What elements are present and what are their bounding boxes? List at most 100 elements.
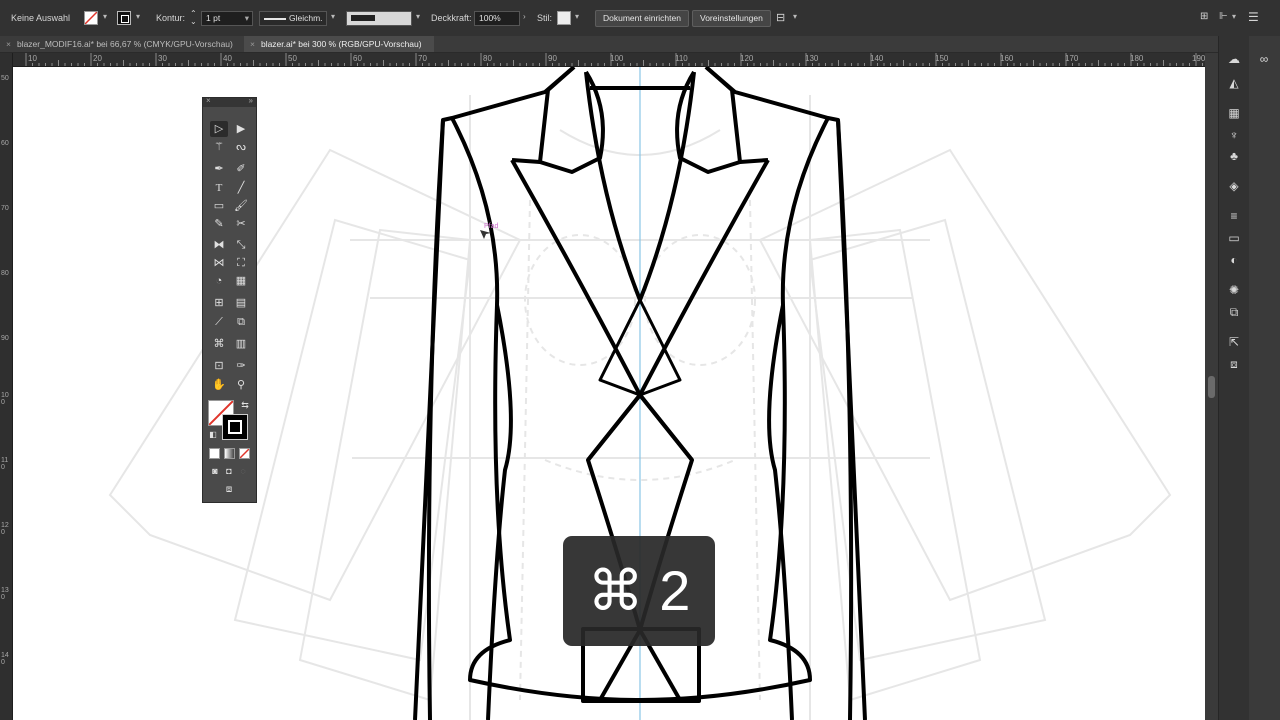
stroke-swatch[interactable] bbox=[117, 11, 131, 25]
arrange-documents-icon[interactable]: ⊟ bbox=[776, 11, 785, 24]
direct-selection-tool-icon[interactable]: ▶ bbox=[232, 121, 250, 137]
blend-tool-icon[interactable]: ⧉ bbox=[232, 314, 250, 330]
graph-tool-icon[interactable]: ▥ bbox=[232, 336, 250, 352]
opacity-value: 100% bbox=[479, 13, 501, 23]
brush-definition-field[interactable] bbox=[346, 11, 412, 26]
align-icon[interactable]: ≡ bbox=[1227, 209, 1241, 223]
shape-builder-tool-icon[interactable]: ◔ bbox=[210, 273, 228, 289]
perspective-grid-tool-icon[interactable]: ▦ bbox=[232, 273, 250, 289]
opacity-field[interactable]: 100% bbox=[474, 11, 520, 26]
preferences-button[interactable]: Voreinstellungen bbox=[692, 10, 771, 27]
slice-tool-icon[interactable]: ✑ bbox=[232, 358, 250, 374]
ruler-label: 80 bbox=[1, 270, 9, 277]
document-tabs: × blazer_MODIF16.ai* bei 66,67 % (CMYK/GP… bbox=[0, 36, 1220, 53]
style-swatch[interactable] bbox=[557, 11, 571, 25]
line-tool-icon[interactable]: ╱ bbox=[232, 180, 250, 196]
control-bar: Keine Auswahl ▾ ▾ Kontur: ⌃ ⌄ 1 pt ▾ Glei… bbox=[0, 0, 1280, 36]
scissors-tool-icon[interactable]: ✂ bbox=[232, 216, 250, 232]
chevron-down-icon[interactable]: ▾ bbox=[331, 12, 335, 21]
stroke-label: Kontur: bbox=[156, 13, 186, 23]
stack-icon[interactable]: ⊞ bbox=[1200, 11, 1208, 22]
smart-guide-label: Pfad bbox=[484, 223, 499, 230]
type-tool-icon[interactable]: T bbox=[210, 180, 228, 196]
chevron-down-icon[interactable]: ▾ bbox=[136, 12, 140, 21]
chevron-down-icon[interactable]: ▾ bbox=[1232, 12, 1236, 21]
stroke-weight-field[interactable]: 1 pt ▾ bbox=[201, 11, 253, 26]
chevron-down-icon[interactable]: ▾ bbox=[416, 12, 420, 21]
stroke-inner-icon bbox=[228, 420, 242, 434]
draw-inside-icon[interactable]: ◌ bbox=[234, 463, 252, 479]
ruler-label: 130 bbox=[805, 54, 819, 63]
pen-tool-icon[interactable]: ✒ bbox=[210, 161, 228, 177]
zoom-tool-icon[interactable]: ⚲ bbox=[232, 377, 250, 393]
width-tool-icon[interactable]: ⋈ bbox=[210, 255, 228, 271]
selection-tool-icon[interactable]: ▷ bbox=[210, 121, 228, 137]
fill-swatch[interactable] bbox=[84, 11, 98, 25]
ruler-label: 160 bbox=[1000, 54, 1014, 63]
export-icon[interactable]: ⇱ bbox=[1227, 335, 1241, 349]
fill-none-icon bbox=[85, 12, 97, 24]
scrollbar-thumb[interactable] bbox=[1208, 376, 1215, 398]
magic-wand-tool-icon[interactable]: ⚚ bbox=[210, 139, 228, 155]
swap-colors-icon[interactable]: ⇆ bbox=[236, 397, 254, 413]
artboards-icon[interactable]: ⧈ bbox=[1227, 357, 1241, 371]
appearance-icon[interactable]: ◐ bbox=[1227, 253, 1241, 267]
brushes-icon[interactable]: ♆ bbox=[1227, 128, 1241, 142]
chevron-right-icon[interactable]: › bbox=[523, 12, 526, 21]
lasso-tool-icon[interactable]: ᔓ bbox=[232, 139, 250, 155]
paintbrush-tool-icon[interactable]: 🖌 bbox=[232, 198, 250, 214]
gradient-tool-icon[interactable]: ▤ bbox=[232, 295, 250, 311]
cursor-icon bbox=[480, 230, 491, 239]
stroke-stepper-icon[interactable]: ⌃ ⌄ bbox=[190, 10, 197, 26]
shaper-tool-icon[interactable]: ✎ bbox=[210, 216, 228, 232]
tab-blazer-modif16[interactable]: × blazer_MODIF16.ai* bei 66,67 % (CMYK/GP… bbox=[0, 36, 244, 52]
free-transform-tool-icon[interactable]: ⛶ bbox=[232, 255, 250, 271]
rectangle-tool-icon[interactable]: ▭ bbox=[210, 198, 228, 214]
hand-tool-icon[interactable]: ✋ bbox=[210, 377, 228, 393]
stroke-profile-field[interactable]: Gleichm. bbox=[259, 11, 327, 26]
graphic-styles-icon[interactable]: ✺ bbox=[1227, 283, 1241, 297]
document-setup-button[interactable]: Dokument einrichten bbox=[595, 10, 689, 27]
layers-icon[interactable]: ◈ bbox=[1227, 179, 1241, 193]
color-guide-icon[interactable]: ◭ bbox=[1227, 76, 1241, 90]
close-icon[interactable]: × bbox=[6, 39, 11, 49]
tab-blazer[interactable]: × blazer.ai* bei 300 % (RGB/GPU-Vorschau) bbox=[244, 36, 434, 52]
color-mode-icon[interactable] bbox=[209, 448, 220, 459]
symbol-sprayer-tool-icon[interactable]: ⌘ bbox=[210, 336, 228, 352]
close-icon[interactable]: × bbox=[206, 96, 211, 105]
chevron-down-icon[interactable]: ▾ bbox=[575, 12, 579, 21]
mesh-tool-icon[interactable]: ⊞ bbox=[210, 295, 228, 311]
vertical-scrollbar[interactable] bbox=[1205, 53, 1218, 720]
collapse-icon[interactable]: » bbox=[249, 96, 253, 105]
gradient-mode-icon[interactable] bbox=[224, 448, 235, 459]
close-icon[interactable]: × bbox=[250, 39, 255, 49]
stroke-color-box[interactable] bbox=[222, 414, 248, 440]
reflect-tool-icon[interactable]: ⧓ bbox=[210, 237, 228, 253]
default-colors-icon[interactable]: ◧ bbox=[204, 427, 222, 443]
curvature-tool-icon[interactable]: ✐ bbox=[232, 161, 250, 177]
libraries-icon[interactable]: ☁ bbox=[1227, 52, 1241, 66]
tools-panel-header[interactable]: × » bbox=[203, 96, 256, 107]
swatches-icon[interactable]: ▦ bbox=[1227, 106, 1241, 120]
symbols-icon[interactable]: ♣ bbox=[1227, 149, 1241, 163]
creative-cloud-icon[interactable]: ∞ bbox=[1257, 52, 1271, 66]
align-panel-icon[interactable]: ⊩ bbox=[1219, 11, 1228, 22]
chevron-down-icon[interactable]: ▾ bbox=[245, 12, 249, 25]
ruler-label: 120 bbox=[1, 522, 9, 536]
none-mode-icon[interactable] bbox=[239, 448, 250, 459]
selection-status: Keine Auswahl bbox=[11, 13, 71, 23]
chevron-down-icon[interactable]: ▾ bbox=[103, 12, 107, 21]
vertical-ruler[interactable]: 50 60 70 80 90 100 110 120 130 140 bbox=[0, 53, 13, 720]
eyedropper-tool-icon[interactable]: ⟋ bbox=[210, 314, 228, 330]
chevron-down-icon[interactable]: ▾ bbox=[793, 12, 797, 21]
ruler-label: 10 bbox=[28, 54, 37, 63]
transparency-icon[interactable]: ▭ bbox=[1227, 231, 1241, 245]
scale-tool-icon[interactable]: ⤡ bbox=[232, 237, 250, 253]
horizontal-ruler[interactable]: 10 20 30 40 50 60 70 80 90 100 110 120 1… bbox=[12, 53, 1205, 67]
screen-mode-icon[interactable]: ⧈ bbox=[220, 482, 238, 498]
tab-label: blazer.ai* bei 300 % (RGB/GPU-Vorschau) bbox=[260, 39, 422, 49]
transform-icon[interactable]: ⧉ bbox=[1227, 305, 1241, 319]
ruler-label: 90 bbox=[1, 335, 9, 342]
panel-menu-icon[interactable]: ☰ bbox=[1248, 10, 1259, 24]
artboard-tool-icon[interactable]: ⊡ bbox=[210, 358, 228, 374]
